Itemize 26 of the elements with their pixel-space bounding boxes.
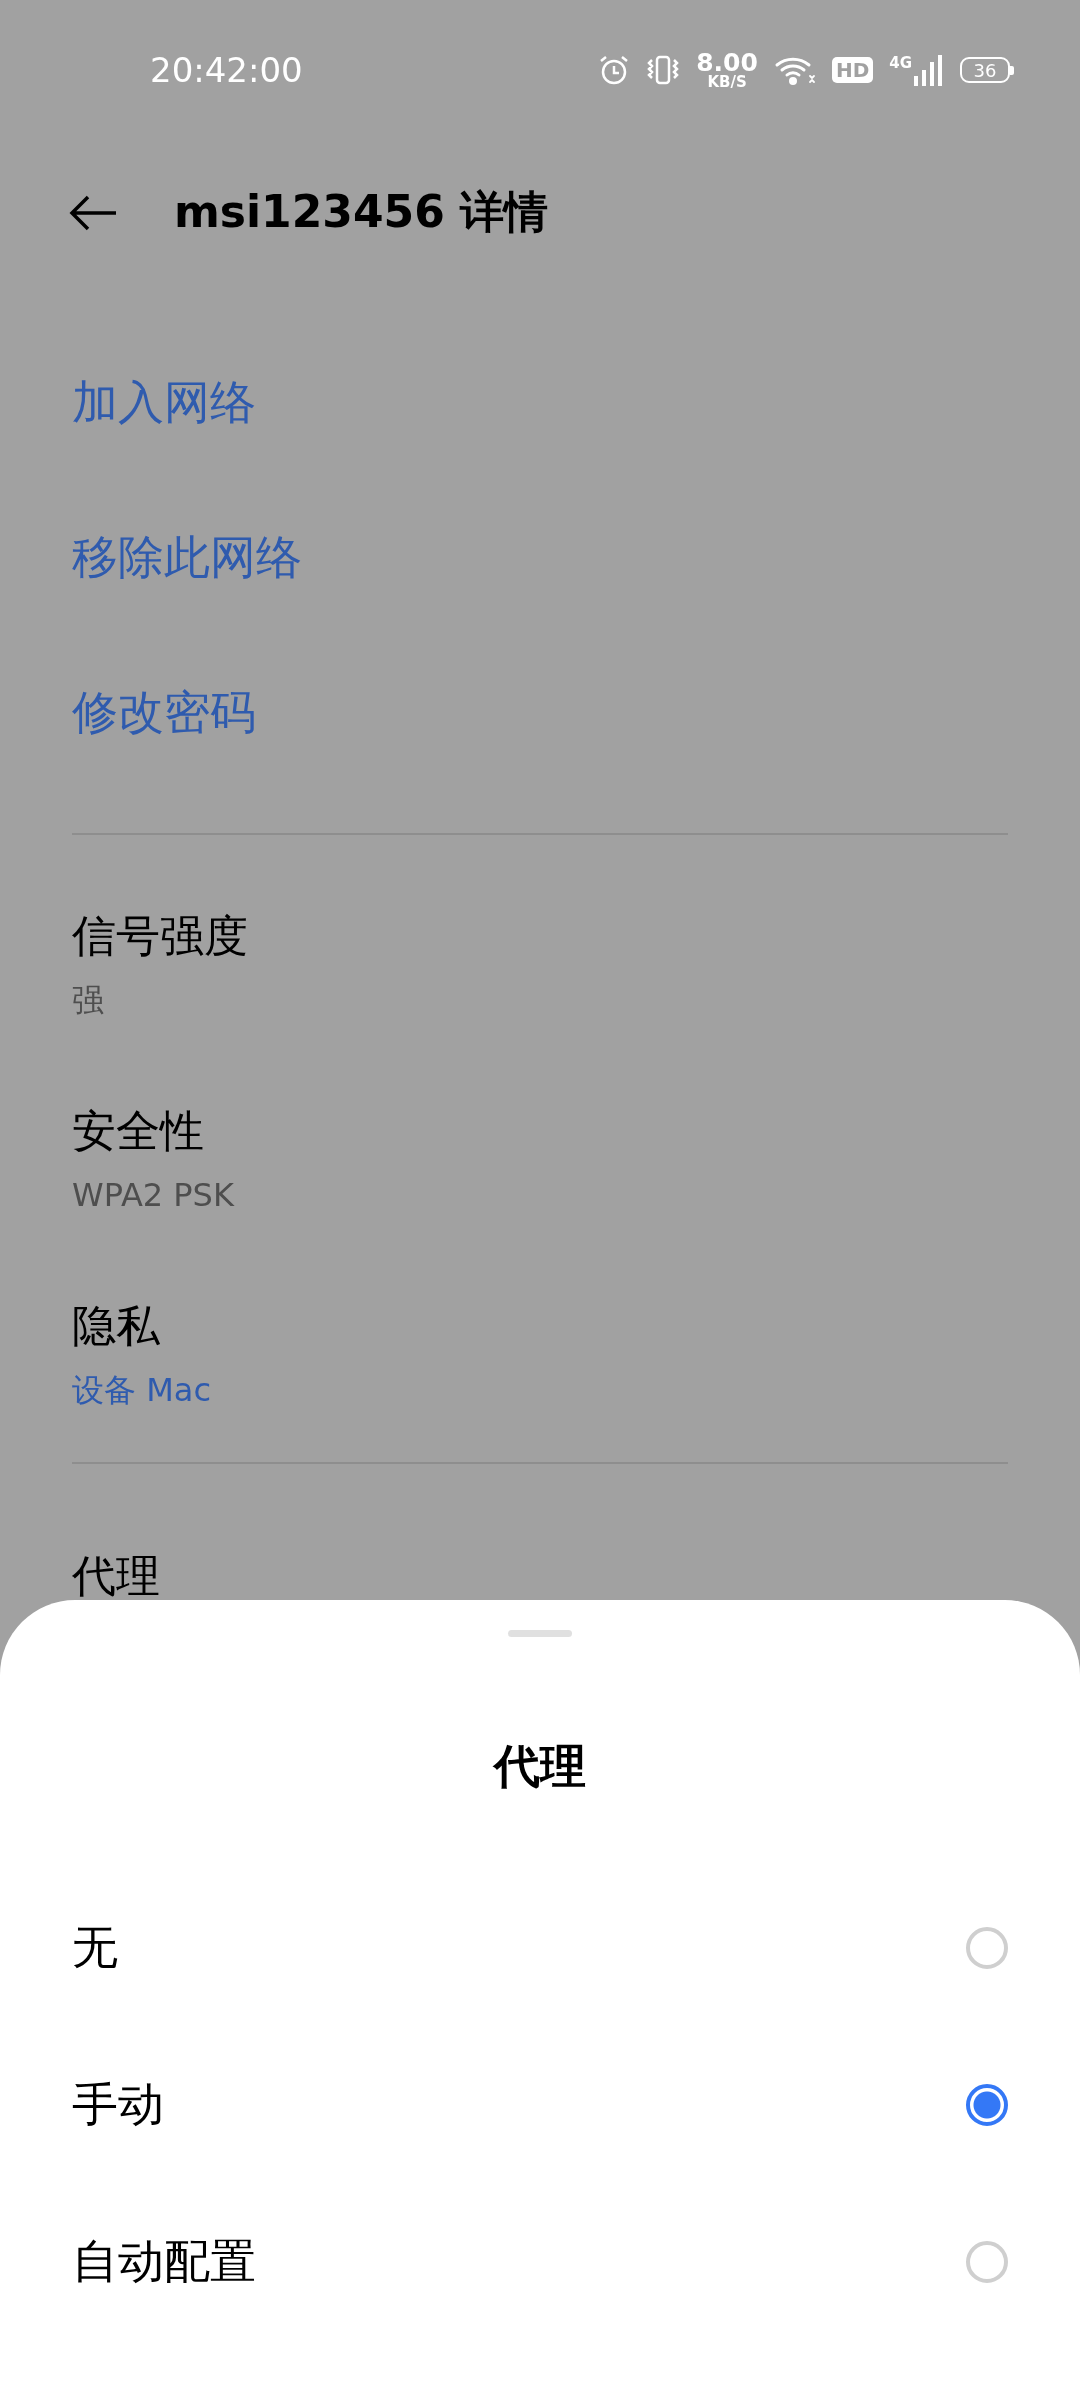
proxy-option[interactable]: 自动配置 bbox=[0, 2183, 1080, 2340]
detail-label: 信号强度 bbox=[72, 914, 249, 958]
hd-badge: HD bbox=[831, 57, 874, 83]
detail-value: 强 bbox=[72, 984, 105, 1016]
back-icon[interactable] bbox=[68, 194, 118, 231]
action-link[interactable]: 修改密码 bbox=[72, 681, 256, 744]
proxy-option[interactable]: 手动 bbox=[0, 2026, 1080, 2183]
net-speed-unit: KB/S bbox=[707, 75, 747, 90]
detail-link[interactable]: 设备 Mac bbox=[72, 1374, 1008, 1406]
detail-value: WPA2 PSK bbox=[72, 1179, 236, 1211]
proxy-option[interactable]: 无 bbox=[0, 1869, 1080, 2026]
drag-handle[interactable] bbox=[508, 1630, 572, 1637]
battery-level: 36 bbox=[960, 57, 1010, 83]
net-speed: 8.00 bbox=[696, 50, 758, 75]
sheet-title: 代理 bbox=[491, 1743, 587, 1789]
clock: 20:42:00 bbox=[150, 50, 304, 90]
action-link[interactable]: 加入网络 bbox=[72, 371, 256, 434]
proxy-label: 代理 bbox=[72, 1554, 161, 1598]
detail-label: 安全性 bbox=[72, 1109, 205, 1153]
signal-icon bbox=[914, 54, 944, 86]
vibrate-icon bbox=[646, 54, 681, 86]
detail-label: 隐私 bbox=[72, 1304, 161, 1348]
radio-button[interactable] bbox=[966, 2083, 1008, 2126]
page-title: msi123456 详情 bbox=[174, 185, 549, 239]
action-link[interactable]: 移除此网络 bbox=[72, 526, 302, 589]
network-type: 4G bbox=[889, 54, 912, 72]
